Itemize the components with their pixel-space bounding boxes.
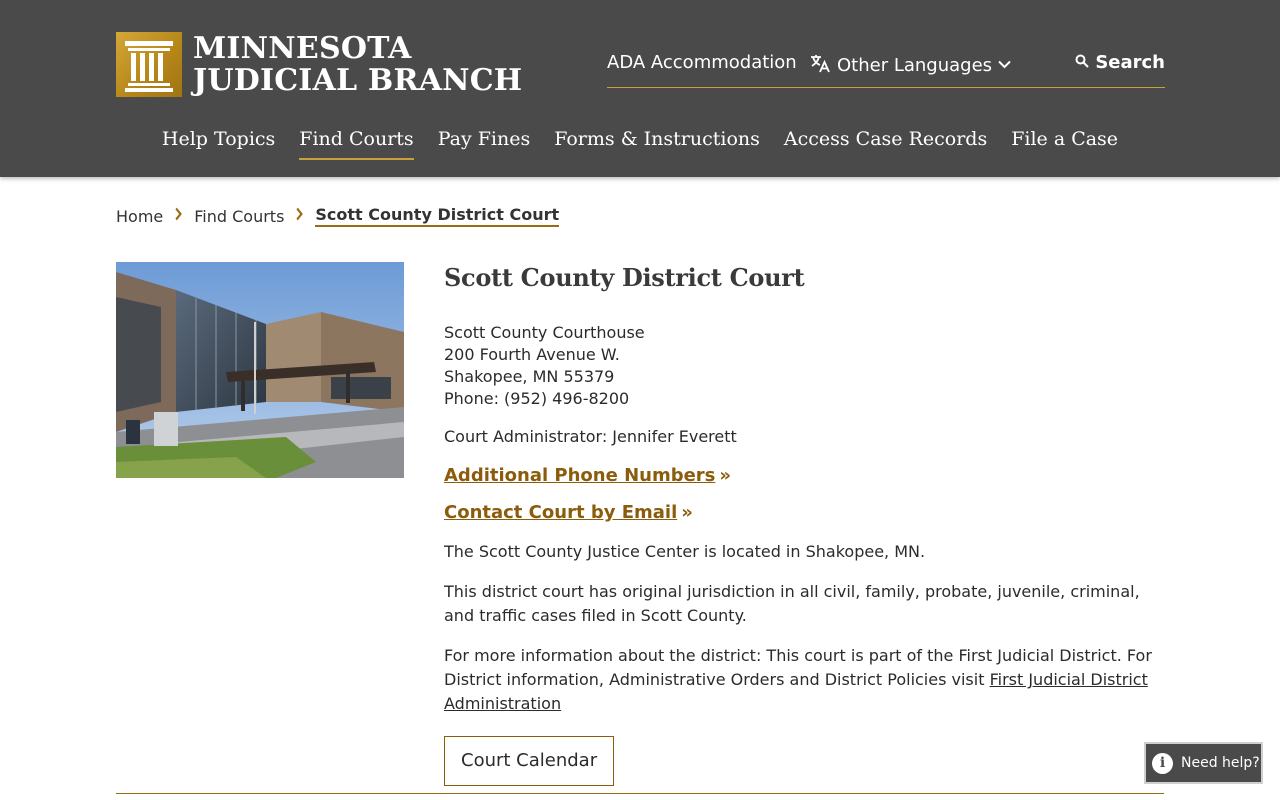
- court-details: Scott County District Court Scott County…: [444, 262, 1166, 786]
- info-icon: i: [1152, 752, 1173, 774]
- double-chevron-right-icon: »: [719, 465, 732, 486]
- need-help-button[interactable]: i Need help?: [1144, 742, 1263, 784]
- court-administrator: Court Administrator: Jennifer Everett: [444, 427, 737, 446]
- ada-accommodation-link[interactable]: ADA Accommodation: [607, 52, 797, 73]
- breadcrumb-home[interactable]: Home: [116, 207, 163, 226]
- court-calendar-button[interactable]: Court Calendar: [444, 736, 615, 786]
- breadcrumb-find-courts[interactable]: Find Courts: [194, 207, 284, 226]
- chevron-right-icon: [296, 207, 304, 225]
- nav-pay-fines[interactable]: Pay Fines: [438, 124, 531, 160]
- address-city: Shakopee, MN 55379: [444, 367, 615, 386]
- content-divider: [116, 793, 1164, 794]
- additional-phone-numbers-label: Additional Phone Numbers: [444, 465, 716, 486]
- other-languages-label: Other Languages: [837, 55, 993, 76]
- court-phone: Phone: (952) 496-8200: [444, 389, 630, 408]
- court-address: Scott County Courthouse 200 Fourth Avenu…: [444, 322, 1166, 410]
- courthouse-photo: [116, 262, 404, 478]
- utility-nav: ADA Accommodation Other Languages Search: [607, 50, 1165, 88]
- breadcrumb-current: Scott County District Court: [315, 205, 560, 227]
- logo-wordmark: MINNESOTA JUDICIAL BRANCH: [193, 30, 523, 98]
- translate-icon: [809, 52, 831, 79]
- nav-find-courts[interactable]: Find Courts: [299, 124, 414, 160]
- page-title: Scott County District Court: [444, 263, 805, 292]
- address-street: 200 Fourth Avenue W.: [444, 345, 620, 364]
- contact-court-email-label: Contact Court by Email: [444, 502, 678, 523]
- breadcrumb: Home Find Courts Scott County District C…: [116, 205, 560, 227]
- jurisdiction-paragraph: This district court has original jurisdi…: [444, 582, 1140, 625]
- nav-forms-instructions[interactable]: Forms & Instructions: [554, 124, 760, 160]
- search-label: Search: [1095, 52, 1165, 73]
- chevron-down-icon: [998, 58, 1011, 73]
- site-header: MINNESOTA JUDICIAL BRANCH ADA Accommodat…: [0, 0, 1280, 177]
- chevron-right-icon: [175, 207, 183, 225]
- location-paragraph: The Scott County Justice Center is locat…: [444, 542, 926, 561]
- search-button[interactable]: Search: [1075, 52, 1165, 73]
- contact-court-email-link[interactable]: Contact Court by Email»: [444, 502, 1166, 523]
- additional-phone-numbers-link[interactable]: Additional Phone Numbers»: [444, 465, 1166, 486]
- double-chevron-right-icon: »: [681, 502, 693, 523]
- need-help-label: Need help?: [1181, 755, 1260, 771]
- courthouse-pillar-icon: [116, 32, 182, 97]
- address-building: Scott County Courthouse: [444, 323, 645, 342]
- logo-line-2: JUDICIAL BRANCH: [193, 62, 523, 98]
- logo-line-1: MINNESOTA: [193, 30, 412, 66]
- main-nav: Help Topics Find Courts Pay Fines Forms …: [0, 124, 1280, 160]
- nav-file-a-case[interactable]: File a Case: [1011, 124, 1118, 160]
- search-icon: [1075, 52, 1090, 73]
- district-paragraph: For more information about the district:…: [444, 644, 1166, 716]
- nav-access-case-records[interactable]: Access Case Records: [784, 124, 987, 160]
- other-languages-dropdown[interactable]: Other Languages: [809, 52, 1011, 79]
- nav-help-topics[interactable]: Help Topics: [162, 124, 275, 160]
- site-logo[interactable]: MINNESOTA JUDICIAL BRANCH: [116, 32, 522, 97]
